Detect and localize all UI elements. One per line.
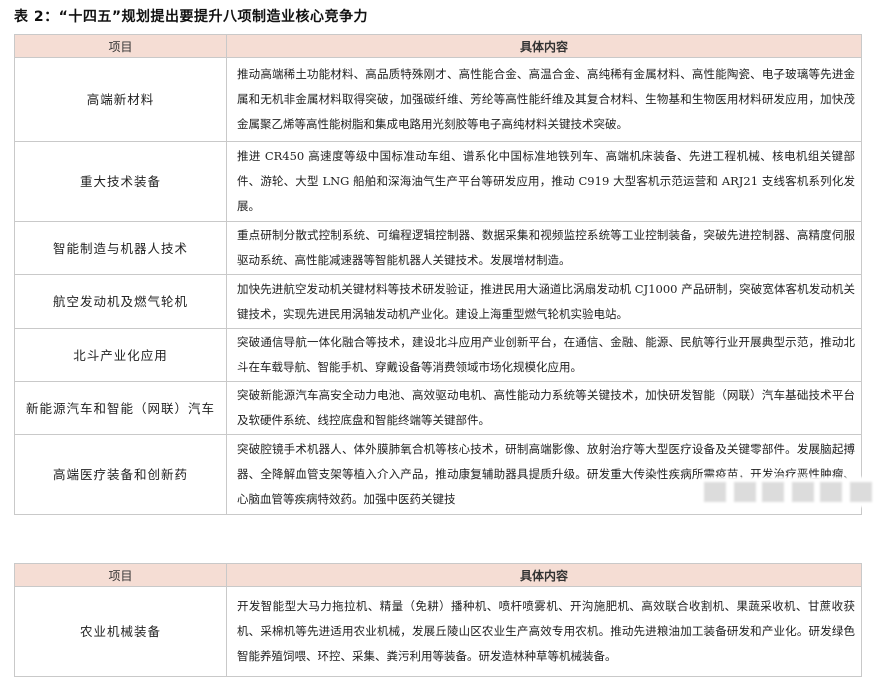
row-category: 重大技术装备 <box>14 141 227 222</box>
row-category: 高端医疗装备和创新药 <box>14 434 227 515</box>
header-content: 具体内容 <box>226 34 862 58</box>
table-row: 智能制造与机器人技术 重点研制分散式控制系统、可编程逻辑控制器、数据采集和视频监… <box>14 221 862 275</box>
table-row: 新能源汽车和智能（网联）汽车 突破新能源汽车高安全动力电池、高效驱动电机、高性能… <box>14 381 862 435</box>
row-category: 北斗产业化应用 <box>14 328 227 382</box>
row-category: 农业机械装备 <box>14 586 227 677</box>
row-description: 突破新能源汽车高安全动力电池、高效驱动电机、高性能动力系统等关键技术，加快研发智… <box>226 381 862 435</box>
table-row: 农业机械装备 开发智能型大马力拖拉机、精量（免耕）播种机、喷杆喷雾机、开沟施肥机… <box>14 586 862 677</box>
table-caption: 表 2：“十四五”规划提出要提升八项制造业核心竞争力 <box>14 9 369 25</box>
table-row: 高端新材料 推动高端稀土功能材料、高品质特殊刚才、高性能合金、高温合金、高纯稀有… <box>14 57 862 142</box>
row-category: 智能制造与机器人技术 <box>14 221 227 275</box>
core-competitiveness-table: 项目 具体内容 高端新材料 推动高端稀土功能材料、高品质特殊刚才、高性能合金、高… <box>14 34 862 515</box>
table-header-row: 项目 具体内容 <box>14 34 862 58</box>
header-item: 项目 <box>14 34 227 58</box>
row-description: 重点研制分散式控制系统、可编程逻辑控制器、数据采集和视频监控系统等工业控制装备，… <box>226 221 862 275</box>
row-description: 加快先进航空发动机关键材料等技术研发验证，推进民用大涵道比涡扇发动机 CJ100… <box>226 274 862 329</box>
row-description: 推动高端稀土功能材料、高品质特殊刚才、高性能合金、高温合金、高纯稀有金属材料、高… <box>226 57 862 142</box>
watermark-blur <box>700 477 875 507</box>
row-category: 高端新材料 <box>14 57 227 142</box>
row-description: 开发智能型大马力拖拉机、精量（免耕）播种机、喷杆喷雾机、开沟施肥机、高效联合收割… <box>226 586 862 677</box>
header-item: 项目 <box>14 563 227 587</box>
row-category: 航空发动机及燃气轮机 <box>14 274 227 329</box>
table-header-row: 项目 具体内容 <box>14 563 862 587</box>
row-category: 新能源汽车和智能（网联）汽车 <box>14 381 227 435</box>
agri-machinery-table: 项目 具体内容 农业机械装备 开发智能型大马力拖拉机、精量（免耕）播种机、喷杆喷… <box>14 563 862 677</box>
header-content: 具体内容 <box>226 563 862 587</box>
table-row: 重大技术装备 推进 CR450 高速度等级中国标准动车组、谱系化中国标准地铁列车… <box>14 141 862 222</box>
row-description: 突破通信导航一体化融合等技术，建设北斗应用产业创新平台，在通信、金融、能源、民航… <box>226 328 862 382</box>
table-row: 航空发动机及燃气轮机 加快先进航空发动机关键材料等技术研发验证，推进民用大涵道比… <box>14 274 862 329</box>
row-description: 推进 CR450 高速度等级中国标准动车组、谱系化中国标准地铁列车、高端机床装备… <box>226 141 862 222</box>
table-row: 北斗产业化应用 突破通信导航一体化融合等技术，建设北斗应用产业创新平台，在通信、… <box>14 328 862 382</box>
